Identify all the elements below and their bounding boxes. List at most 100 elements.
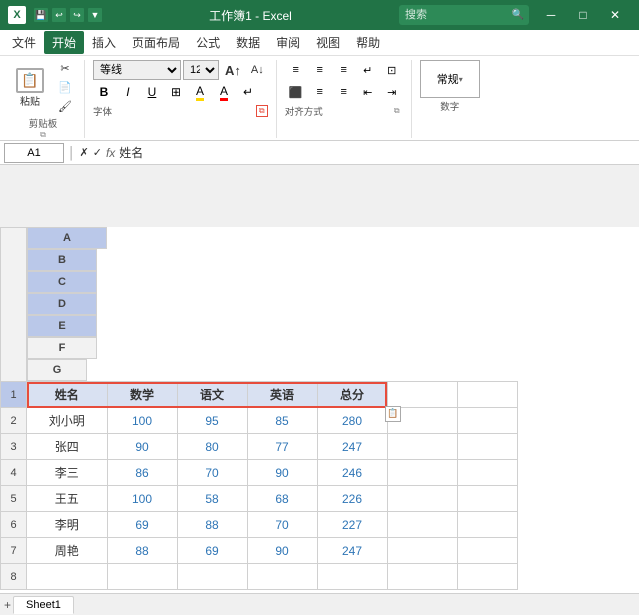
cell-B2[interactable]: 100 <box>107 408 177 434</box>
cell-B3[interactable]: 90 <box>107 434 177 460</box>
cell-D7[interactable]: 90 <box>247 538 317 564</box>
search-input[interactable] <box>399 5 529 25</box>
col-header-e[interactable]: E <box>27 315 97 337</box>
cell-C3[interactable]: 80 <box>177 434 247 460</box>
number-format-select[interactable]: 常规 ▾ <box>420 60 480 98</box>
merge-btn[interactable]: ⊡ <box>381 60 403 80</box>
menu-home[interactable]: 开始 <box>44 31 84 54</box>
wrap-text-btn[interactable]: ↵ <box>357 60 379 80</box>
formula-input[interactable] <box>119 146 635 160</box>
cell-G6[interactable] <box>457 512 517 538</box>
cell-B4[interactable]: 86 <box>107 460 177 486</box>
cell-B5[interactable]: 100 <box>107 486 177 512</box>
right-align-btn[interactable]: ≡ <box>333 82 355 102</box>
menu-layout[interactable]: 页面布局 <box>124 31 188 54</box>
cell-B1[interactable]: 数学 <box>107 382 177 408</box>
cell-G3[interactable] <box>457 434 517 460</box>
cell-F8[interactable] <box>387 564 457 590</box>
align-top-left-btn[interactable]: ≡ <box>285 60 307 80</box>
cell-D3[interactable]: 77 <box>247 434 317 460</box>
row-header-8[interactable]: 8 <box>1 564 27 590</box>
cell-E5[interactable]: 226 <box>317 486 387 512</box>
menu-review[interactable]: 审阅 <box>268 31 308 54</box>
row-header-4[interactable]: 4 <box>1 460 27 486</box>
cell-D5[interactable]: 68 <box>247 486 317 512</box>
col-header-f[interactable]: F <box>27 337 97 359</box>
align-top-center-btn[interactable]: ≡ <box>309 60 331 80</box>
menu-file[interactable]: 文件 <box>4 31 44 54</box>
col-header-d[interactable]: D <box>27 293 97 315</box>
cell-E1[interactable]: 总分 <box>317 382 387 408</box>
cell-G4[interactable] <box>457 460 517 486</box>
cell-A7[interactable]: 周艳 <box>27 538 108 564</box>
cell-F4[interactable] <box>387 460 457 486</box>
cell-C5[interactable]: 58 <box>177 486 247 512</box>
cell-F5[interactable] <box>387 486 457 512</box>
format-painter-btn[interactable]: 🖌 <box>54 98 76 115</box>
cell-D4[interactable]: 90 <box>247 460 317 486</box>
border-btn[interactable]: ⊞ <box>165 82 187 102</box>
cell-G1[interactable] <box>457 382 517 408</box>
quick-save-btn[interactable]: 💾 <box>34 8 48 22</box>
undo-btn[interactable]: ↩ <box>52 8 66 22</box>
row-header-2[interactable]: 2 <box>1 408 27 434</box>
minimize-btn[interactable]: ─ <box>535 0 567 30</box>
cell-E2[interactable]: 280 <box>317 408 387 434</box>
cell-E8[interactable] <box>317 564 387 590</box>
cell-D2[interactable]: 85 <box>247 408 317 434</box>
cell-E7[interactable]: 247 <box>317 538 387 564</box>
cell-A5[interactable]: 王五 <box>27 486 108 512</box>
menu-view[interactable]: 视图 <box>308 31 348 54</box>
alignment-dialog-btn[interactable]: ⧉ <box>391 105 403 117</box>
bold-btn[interactable]: B <box>93 82 115 102</box>
close-btn[interactable]: ✕ <box>599 0 631 30</box>
menu-help[interactable]: 帮助 <box>348 31 388 54</box>
cell-G8[interactable] <box>457 564 517 590</box>
font-name-select[interactable]: 等线 <box>93 60 181 80</box>
cell-G7[interactable] <box>457 538 517 564</box>
cell-B7[interactable]: 88 <box>107 538 177 564</box>
cell-E3[interactable]: 247 <box>317 434 387 460</box>
add-sheet-btn[interactable]: + <box>4 598 11 612</box>
cell-F1[interactable] <box>387 382 457 408</box>
underline-btn[interactable]: U <box>141 82 163 102</box>
cell-G5[interactable] <box>457 486 517 512</box>
menu-formula[interactable]: 公式 <box>188 31 228 54</box>
clipboard-dialog-btn[interactable]: ⧉ <box>39 130 47 138</box>
col-header-b[interactable]: B <box>27 249 97 271</box>
row-header-5[interactable]: 5 <box>1 486 27 512</box>
grid-scroll[interactable]: A B C D E F G 1姓名数学语文英语总分2刘小明10095852803… <box>0 227 639 594</box>
col-header-a[interactable]: A <box>27 227 107 249</box>
cell-D8[interactable] <box>247 564 317 590</box>
confirm-formula-btn[interactable]: ✓ <box>93 146 102 159</box>
cell-C7[interactable]: 69 <box>177 538 247 564</box>
col-header-g[interactable]: G <box>27 359 87 381</box>
cell-A8[interactable] <box>27 564 108 590</box>
cell-A6[interactable]: 李明 <box>27 512 108 538</box>
cell-C2[interactable]: 95 <box>177 408 247 434</box>
cell-C6[interactable]: 88 <box>177 512 247 538</box>
row-header-6[interactable]: 6 <box>1 512 27 538</box>
font-color-btn[interactable]: A <box>213 82 235 102</box>
cell-A1[interactable]: 姓名 <box>27 382 108 408</box>
cell-F3[interactable] <box>387 434 457 460</box>
center-align-btn[interactable]: ≡ <box>309 82 331 102</box>
menu-insert[interactable]: 插入 <box>84 31 124 54</box>
cell-C8[interactable] <box>177 564 247 590</box>
cell-D1[interactable]: 英语 <box>247 382 317 408</box>
cell-A3[interactable]: 张四 <box>27 434 108 460</box>
sheet-tab-1[interactable]: Sheet1 <box>13 596 74 614</box>
maximize-btn[interactable]: □ <box>567 0 599 30</box>
cancel-formula-btn[interactable]: ✗ <box>80 146 89 159</box>
cell-E4[interactable]: 246 <box>317 460 387 486</box>
cell-F7[interactable] <box>387 538 457 564</box>
cell-F6[interactable] <box>387 512 457 538</box>
cell-C1[interactable]: 语文 <box>177 382 247 408</box>
decrease-font-btn[interactable]: A↓ <box>247 62 268 78</box>
row-header-7[interactable]: 7 <box>1 538 27 564</box>
quick-open-btn[interactable]: ▼ <box>88 8 102 22</box>
paste-btn[interactable]: 📋 粘贴 <box>10 68 50 108</box>
copy-btn[interactable]: 📄 <box>54 79 76 96</box>
cut-btn[interactable]: ✂ <box>54 60 76 77</box>
menu-data[interactable]: 数据 <box>228 31 268 54</box>
